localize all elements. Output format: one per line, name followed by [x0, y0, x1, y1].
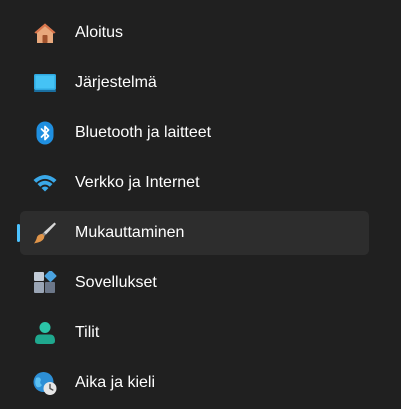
person-icon — [33, 321, 57, 345]
nav-item-bluetooth[interactable]: Bluetooth ja laitteet — [20, 111, 369, 155]
nav-item-apps[interactable]: Sovellukset — [20, 261, 369, 305]
monitor-icon — [33, 71, 57, 95]
nav-item-label: Sovellukset — [75, 274, 157, 291]
home-icon — [33, 21, 57, 45]
paintbrush-icon — [33, 221, 57, 245]
nav-item-label: Aloitus — [75, 24, 124, 41]
bluetooth-icon — [33, 121, 57, 145]
settings-navigation: Aloitus Järjestelmä Bluetooth ja laittee… — [0, 0, 401, 409]
nav-item-label: Mukauttaminen — [75, 224, 185, 241]
nav-item-label: Bluetooth ja laitteet — [75, 124, 212, 141]
nav-item-label: Aika ja kieli — [75, 374, 156, 391]
apps-icon — [33, 271, 57, 295]
nav-item-accounts[interactable]: Tilit — [20, 311, 369, 355]
nav-item-label: Tilit — [75, 324, 100, 341]
globe-clock-icon — [33, 371, 57, 395]
nav-item-personalization[interactable]: Mukauttaminen — [17, 211, 369, 255]
wifi-icon — [33, 171, 57, 195]
nav-item-label: Verkko ja Internet — [75, 174, 200, 191]
nav-item-time-language[interactable]: Aika ja kieli — [20, 361, 369, 405]
nav-item-label: Järjestelmä — [75, 74, 157, 91]
nav-item-system[interactable]: Järjestelmä — [20, 61, 369, 105]
nav-item-network[interactable]: Verkko ja Internet — [20, 161, 369, 205]
nav-item-home[interactable]: Aloitus — [20, 11, 369, 55]
selection-indicator — [17, 224, 20, 242]
